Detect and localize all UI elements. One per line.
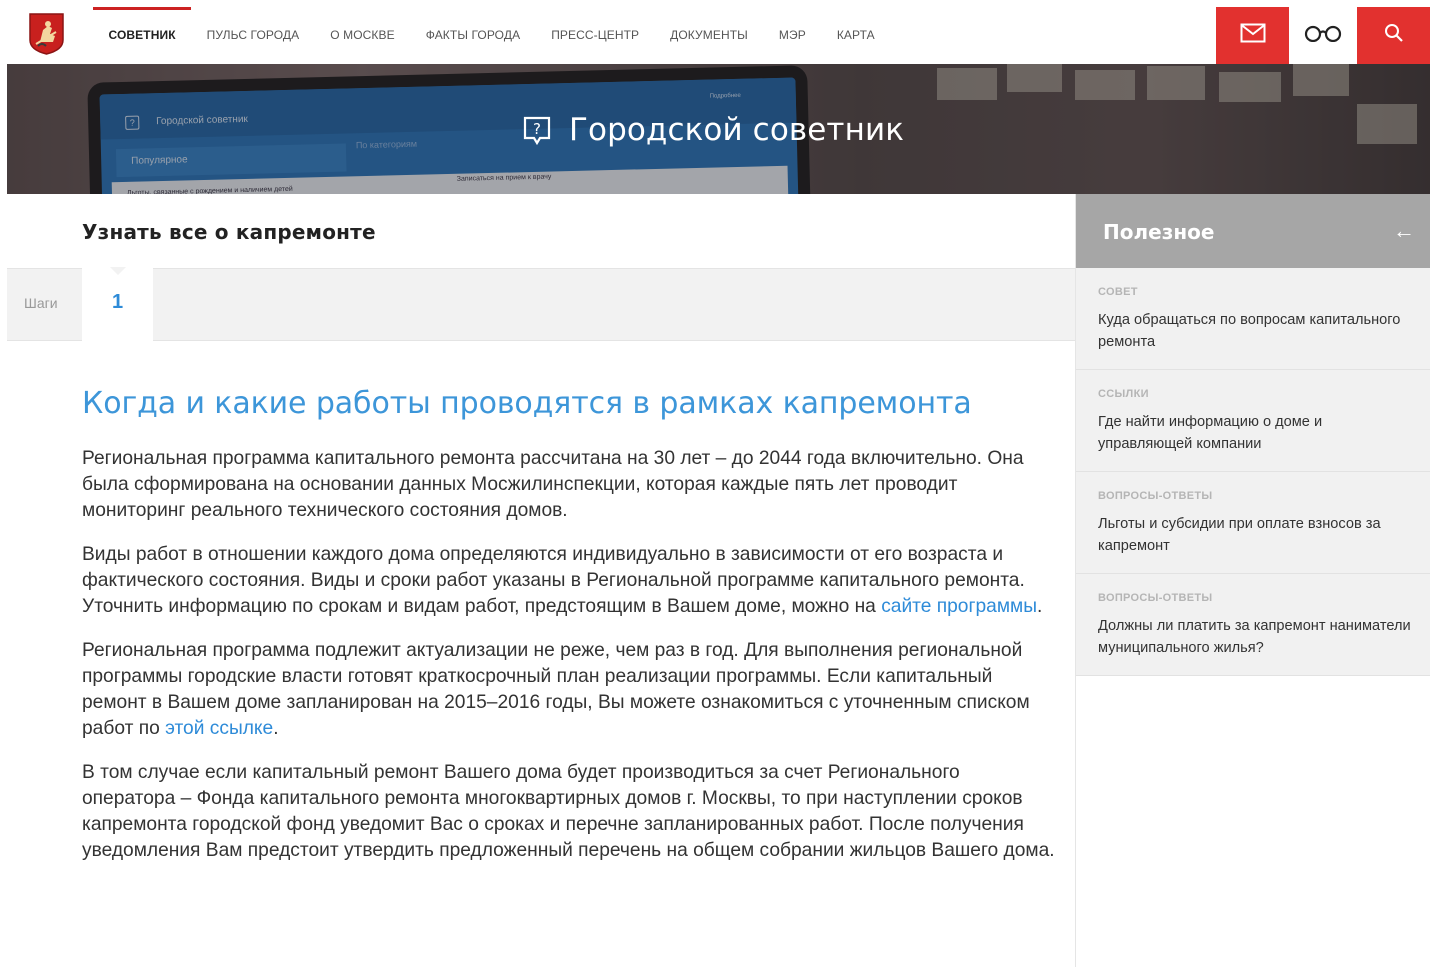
nav-actions — [1216, 7, 1430, 64]
steps-label: Шаги — [24, 295, 58, 311]
nav-item-karta[interactable]: КАРТА — [821, 7, 890, 64]
article-paragraph-2: Виды работ в отношении каждого дома опре… — [82, 542, 1057, 620]
hero-title-text: Городской советник — [569, 112, 905, 148]
work-list-link[interactable]: этой ссылке — [165, 718, 273, 739]
section-title: Узнать все о капремонте — [82, 220, 376, 244]
sidebar-item-category: ВОПРОСЫ-ОТВЕТЫ — [1098, 592, 1213, 604]
article-paragraph-4: В том случае если капитальный ремонт Ваш… — [82, 762, 1055, 861]
nav-item-mer[interactable]: МЭР — [763, 7, 821, 64]
search-button[interactable] — [1357, 7, 1430, 64]
article: Когда и какие работы проводятся в рамках… — [82, 386, 1057, 882]
step-tab-1[interactable]: 1 — [82, 267, 153, 349]
svg-text:?: ? — [533, 120, 541, 138]
accessibility-button[interactable] — [1289, 7, 1357, 64]
nav-item-o-moskve[interactable]: О МОСКВЕ — [315, 7, 410, 64]
top-navigation: СОВЕТНИК ПУЛЬС ГОРОДА О МОСКВЕ ФАКТЫ ГОР… — [7, 7, 1430, 64]
sidebar-item-link[interactable]: Куда обращаться по вопросам капитального… — [1098, 309, 1411, 353]
article-title: Когда и какие работы проводятся в рамках… — [82, 386, 972, 421]
mail-button[interactable] — [1216, 7, 1289, 64]
sidebar-item-link[interactable]: Где найти информацию о доме и управляюще… — [1098, 411, 1411, 455]
sidebar-item-advice[interactable]: СОВЕТ Куда обращаться по вопросам капита… — [1076, 268, 1430, 370]
sidebar-item-category: ВОПРОСЫ-ОТВЕТЫ — [1098, 490, 1213, 502]
nav-item-dokumenty[interactable]: ДОКУМЕНТЫ — [655, 7, 764, 64]
sidebar-item-faq-benefits[interactable]: ВОПРОСЫ-ОТВЕТЫ Льготы и субсидии при опл… — [1076, 472, 1430, 574]
moscow-logo[interactable] — [28, 12, 65, 56]
nav-item-sovetnik[interactable]: СОВЕТНИК — [93, 7, 192, 64]
sidebar-header: Полезное ← — [1076, 194, 1430, 268]
sidebar-item-link[interactable]: Должны ли платить за капремонт нанимател… — [1098, 615, 1411, 659]
sidebar-item-category: ССЫЛКИ — [1098, 388, 1149, 400]
main-content: Узнать все о капремонте Шаги 1 Когда и к… — [7, 194, 1075, 967]
step-number: 1 — [111, 291, 124, 313]
arrow-left-icon[interactable]: ← — [1393, 218, 1415, 244]
main-menu: СОВЕТНИК ПУЛЬС ГОРОДА О МОСКВЕ ФАКТЫ ГОР… — [93, 7, 890, 64]
article-paragraph-1: Региональная программа капитального ремо… — [82, 448, 1024, 521]
nav-item-puls-goroda[interactable]: ПУЛЬС ГОРОДА — [191, 7, 315, 64]
page: СОВЕТНИК ПУЛЬС ГОРОДА О МОСКВЕ ФАКТЫ ГОР… — [7, 7, 1430, 967]
article-paragraph-3: Региональная программа подлежит актуализ… — [82, 638, 1057, 742]
search-icon — [1384, 23, 1404, 48]
hero-banner: ? Городской советник Подробнее Популярно… — [7, 64, 1430, 194]
sidebar-item-links[interactable]: ССЫЛКИ Где найти информацию о доме и упр… — [1076, 370, 1430, 472]
sidebar-item-faq-tenants[interactable]: ВОПРОСЫ-ОТВЕТЫ Должны ли платить за капр… — [1076, 574, 1430, 676]
nav-item-press-centr[interactable]: ПРЕСС-ЦЕНТР — [536, 7, 655, 64]
sidebar-list: СОВЕТ Куда обращаться по вопросам капита… — [1076, 268, 1430, 676]
glasses-icon — [1304, 24, 1342, 47]
nav-item-fakty-goroda[interactable]: ФАКТЫ ГОРОДА — [410, 7, 535, 64]
hero-title: ? Городской советник — [523, 112, 904, 148]
steps-bar: Шаги 1 — [7, 267, 1075, 349]
sidebar-title: Полезное — [1103, 220, 1215, 244]
paragraph-text: . — [1037, 596, 1043, 617]
program-site-link[interactable]: сайте программы — [881, 596, 1037, 617]
sidebar-item-category: СОВЕТ — [1098, 286, 1138, 298]
sidebar-item-link[interactable]: Льготы и субсидии при оплате взносов за … — [1098, 513, 1411, 557]
useful-sidebar: Полезное ← СОВЕТ Куда обращаться по вопр… — [1075, 194, 1430, 967]
mail-icon — [1240, 23, 1266, 48]
question-bubble-icon: ? — [523, 116, 551, 146]
paragraph-text: . — [273, 718, 279, 739]
